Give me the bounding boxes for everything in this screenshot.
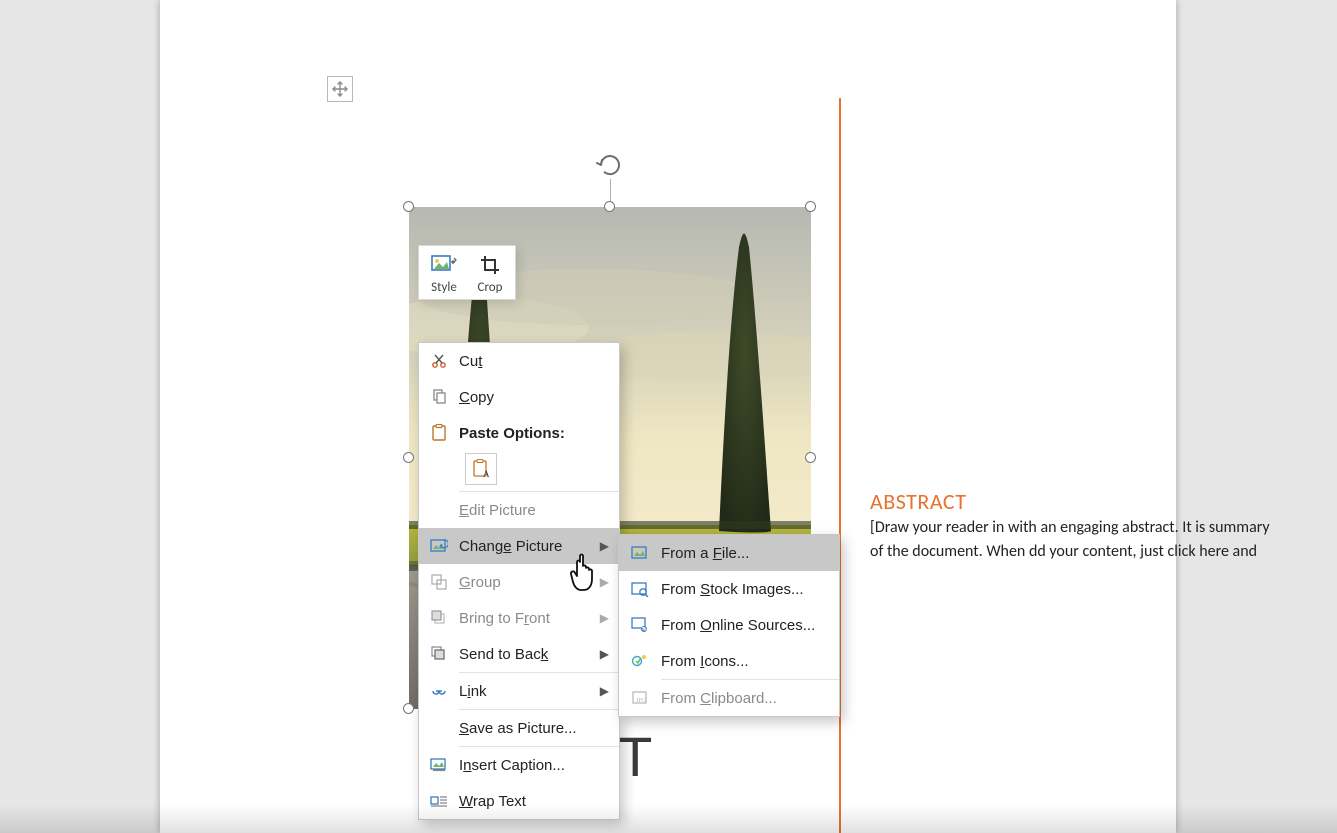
menu-link[interactable]: Link ▶ — [419, 673, 619, 709]
submenu-from-stock[interactable]: From Stock Images... — [619, 571, 839, 607]
submenu-from-icons[interactable]: From Icons... — [619, 643, 839, 679]
paste-icon — [419, 424, 459, 442]
crop-icon — [467, 252, 513, 278]
crop-button[interactable]: Crop — [467, 252, 513, 295]
menu-change-picture-label: Change Picture — [459, 538, 595, 555]
resize-handle-sw[interactable] — [403, 703, 414, 714]
menu-change-picture[interactable]: Change Picture ▶ — [419, 528, 619, 564]
picture-mini-toolbar: Style Crop — [418, 245, 516, 300]
menu-send-to-back-label: Send to Back — [459, 646, 595, 663]
menu-save-as-picture-label: Save as Picture... — [459, 720, 609, 737]
menu-copy[interactable]: Copy — [419, 379, 619, 415]
rotation-handle[interactable] — [596, 151, 624, 179]
resize-handle-w[interactable] — [403, 452, 414, 463]
menu-cut[interactable]: Cut — [419, 343, 619, 379]
from-icons-icon — [619, 653, 661, 669]
copy-icon — [419, 389, 459, 405]
change-picture-submenu: From a File... From Stock Images... Fr — [618, 534, 840, 717]
resize-handle-ne[interactable] — [805, 201, 816, 212]
change-picture-icon — [419, 538, 459, 554]
submenu-from-file[interactable]: From a File... — [619, 535, 839, 571]
submenu-from-clipboard: JPG From Clipboard... — [619, 680, 839, 716]
abstract-heading: ABSTRACT — [870, 488, 966, 515]
submenu-from-online-label: From Online Sources... — [661, 617, 827, 634]
style-label: Style — [421, 280, 467, 295]
picture-style-icon — [421, 252, 467, 278]
paste-keep-source-button[interactable]: A — [465, 453, 497, 485]
submenu-arrow-icon: ▶ — [595, 611, 609, 625]
menu-edit-picture-label: Edit Picture — [459, 502, 609, 519]
menu-save-as-picture[interactable]: Save as Picture... — [419, 710, 619, 746]
resize-handle-n[interactable] — [604, 201, 615, 212]
from-online-icon — [619, 617, 661, 633]
resize-handle-nw[interactable] — [403, 201, 414, 212]
submenu-from-online[interactable]: From Online Sources... — [619, 607, 839, 643]
submenu-arrow-icon: ▶ — [595, 539, 609, 553]
menu-wrap-text-label: Wrap Text — [459, 793, 609, 810]
menu-insert-caption-label: Insert Caption... — [459, 757, 609, 774]
group-icon — [419, 574, 459, 590]
menu-paste-options-header: Paste Options: — [419, 415, 619, 451]
submenu-arrow-icon: ▶ — [595, 684, 609, 698]
from-file-icon — [619, 545, 661, 561]
caption-icon — [419, 758, 459, 772]
menu-group: Group ▶ — [419, 564, 619, 600]
submenu-from-stock-label: From Stock Images... — [661, 581, 827, 598]
link-icon — [419, 685, 459, 697]
paste-keep-source-icon: A — [472, 459, 490, 479]
menu-edit-picture: Edit Picture — [419, 492, 619, 528]
style-button[interactable]: Style — [421, 252, 467, 295]
from-clipboard-icon: JPG — [619, 690, 661, 706]
submenu-arrow-icon: ▶ — [595, 575, 609, 589]
submenu-from-clipboard-label: From Clipboard... — [661, 690, 827, 707]
move-handle-icon[interactable] — [327, 76, 353, 102]
picture-context-menu: Cut Copy Paste Options: — [418, 342, 620, 820]
wrap-text-icon — [419, 794, 459, 808]
menu-copy-label: Copy — [459, 389, 609, 406]
abstract-body[interactable]: [Draw your reader in with an engaging ab… — [870, 516, 1270, 564]
bring-to-front-icon — [419, 610, 459, 626]
svg-text:JPG: JPG — [636, 698, 647, 704]
cut-icon — [419, 353, 459, 369]
menu-send-to-back[interactable]: Send to Back ▶ — [419, 636, 619, 672]
menu-insert-caption[interactable]: Insert Caption... — [419, 747, 619, 783]
resize-handle-e[interactable] — [805, 452, 816, 463]
menu-cut-label: Cut — [459, 353, 609, 370]
svg-text:A: A — [483, 469, 490, 479]
app-background: ABSTRACT [Draw your reader in with an en… — [0, 0, 1337, 833]
menu-group-label: Group — [459, 574, 595, 591]
send-to-back-icon — [419, 646, 459, 662]
menu-paste-options-label: Paste Options: — [459, 425, 609, 442]
vertical-divider — [839, 98, 841, 833]
crop-label: Crop — [467, 280, 513, 295]
menu-bring-to-front: Bring to Front ▶ — [419, 600, 619, 636]
from-stock-icon — [619, 581, 661, 597]
menu-wrap-text[interactable]: Wrap Text — [419, 783, 619, 819]
menu-link-label: Link — [459, 683, 595, 700]
submenu-arrow-icon: ▶ — [595, 647, 609, 661]
submenu-from-file-label: From a File... — [661, 545, 827, 562]
submenu-from-icons-label: From Icons... — [661, 653, 827, 670]
menu-bring-to-front-label: Bring to Front — [459, 610, 595, 627]
